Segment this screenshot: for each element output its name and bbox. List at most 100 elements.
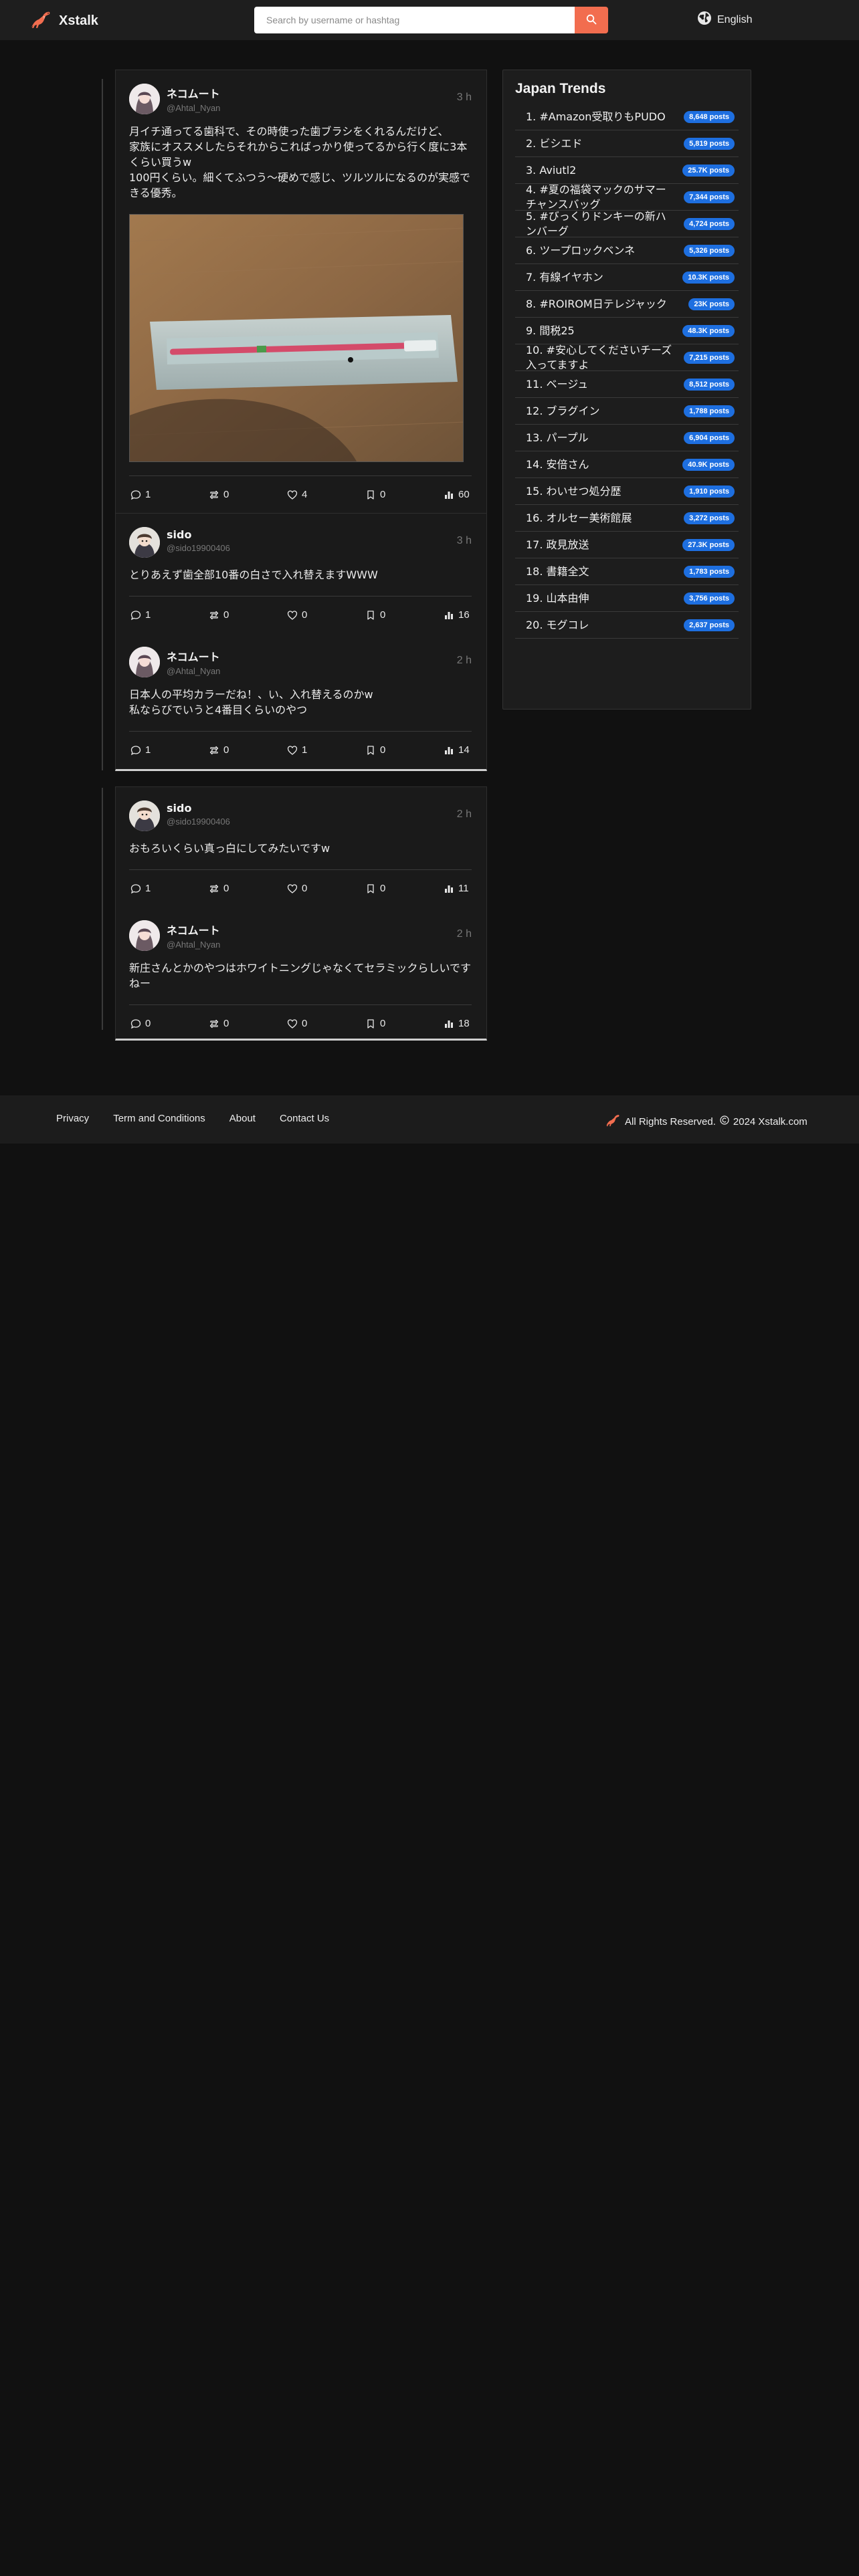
post-time: 2 h: [456, 655, 472, 666]
author-name[interactable]: sido: [167, 528, 450, 541]
search-icon: [586, 14, 597, 27]
top-navbar: Xstalk English: [0, 0, 859, 40]
avatar[interactable]: [129, 527, 160, 558]
like-button[interactable]: 0: [287, 1018, 314, 1029]
trend-item[interactable]: 1. #Amazon受取りもPUDO 8,648 posts: [515, 104, 739, 130]
brand[interactable]: Xstalk: [29, 9, 98, 32]
views-stat[interactable]: 60: [444, 489, 470, 500]
comment-button[interactable]: 1: [130, 744, 157, 756]
trend-item[interactable]: 10. #安心してくださいチーズ入ってますよ 7,215 posts: [515, 344, 739, 371]
like-button[interactable]: 1: [287, 744, 314, 756]
bar-chart-icon: [445, 491, 453, 499]
bookmark-button[interactable]: 0: [365, 609, 392, 621]
language-selector[interactable]: English: [697, 11, 752, 29]
search-button[interactable]: [575, 7, 608, 33]
post-header: sido @sido19900406 3 h: [129, 527, 472, 558]
post-count-badge: 48.3K posts: [682, 324, 735, 337]
repost-icon: [209, 746, 219, 754]
avatar[interactable]: [129, 647, 160, 677]
trend-item[interactable]: 7. 有線イヤホン 10.3K posts: [515, 264, 739, 291]
search-input[interactable]: [254, 7, 575, 33]
like-button[interactable]: 0: [287, 883, 314, 894]
avatar[interactable]: [129, 920, 160, 951]
repost-button[interactable]: 0: [209, 1018, 235, 1029]
view-count: 18: [458, 1018, 470, 1029]
trend-label: 14. 安倍さん: [526, 457, 589, 471]
views-stat[interactable]: 18: [444, 1018, 470, 1029]
trend-item[interactable]: 6. ツープロックベンネ 5,326 posts: [515, 237, 739, 264]
repost-button[interactable]: 0: [209, 489, 235, 500]
bookmark-button[interactable]: 0: [365, 489, 392, 500]
like-button[interactable]: 0: [287, 609, 314, 621]
author-handle[interactable]: @Ahtal_Nyan: [167, 940, 450, 950]
repost-count: 0: [223, 489, 229, 500]
post[interactable]: sido @sido19900406 2 h おもろいくらい真っ白にしてみたいで…: [116, 787, 486, 907]
bar-chart-icon: [445, 885, 453, 893]
comment-button[interactable]: 1: [130, 489, 157, 500]
footer-link-contact[interactable]: Contact Us: [280, 1113, 329, 1124]
comment-button[interactable]: 1: [130, 883, 157, 894]
author-name[interactable]: ネコムート: [167, 648, 450, 664]
trend-label: 15. わいせつ処分歴: [526, 484, 622, 498]
post-time: 2 h: [456, 809, 472, 820]
trend-item[interactable]: 14. 安倍さん 40.9K posts: [515, 451, 739, 478]
repost-button[interactable]: 0: [209, 883, 235, 894]
comment-count: 1: [145, 883, 151, 894]
comment-button[interactable]: 0: [130, 1018, 157, 1029]
bookmark-button[interactable]: 0: [365, 883, 392, 894]
repost-button[interactable]: 0: [209, 609, 235, 621]
bookmark-icon: [367, 883, 374, 893]
repost-count: 0: [223, 1018, 229, 1029]
footer-link-about[interactable]: About: [229, 1113, 256, 1124]
post-image[interactable]: [129, 214, 464, 462]
author-handle[interactable]: @sido19900406: [167, 543, 450, 553]
copyright: All Rights Reserved. 2024 Xstalk.com: [605, 1113, 807, 1130]
trend-item[interactable]: 12. ブラグイン 1,788 posts: [515, 398, 739, 425]
author-name[interactable]: ネコムート: [167, 922, 450, 938]
trend-item[interactable]: 9. 間税25 48.3K posts: [515, 318, 739, 344]
post[interactable]: ネコムート @Ahtal_Nyan 2 h 新庄さんとかのやつはホワイトニングじ…: [116, 907, 486, 1042]
views-stat[interactable]: 11: [444, 883, 470, 894]
dinosaur-logo-icon: [605, 1113, 621, 1130]
like-button[interactable]: 4: [287, 489, 314, 500]
trend-item[interactable]: 3. Aviutl2 25.7K posts: [515, 157, 739, 184]
footer-link-privacy[interactable]: Privacy: [56, 1113, 89, 1124]
trend-item[interactable]: 11. ベージュ 8,512 posts: [515, 371, 739, 398]
trend-item[interactable]: 16. オルセー美術館展 3,272 posts: [515, 505, 739, 532]
trend-item[interactable]: 20. モグコレ 2,637 posts: [515, 612, 739, 639]
comment-count: 1: [145, 609, 151, 621]
comment-button[interactable]: 1: [130, 609, 157, 621]
footer-link-terms[interactable]: Term and Conditions: [113, 1113, 205, 1124]
author-name[interactable]: ネコムート: [167, 85, 450, 101]
views-stat[interactable]: 14: [444, 744, 470, 756]
trend-item[interactable]: 18. 書籍全文 1,783 posts: [515, 558, 739, 585]
trend-item[interactable]: 13. パープル 6,904 posts: [515, 425, 739, 451]
trend-item[interactable]: 17. 政見放送 27.3K posts: [515, 532, 739, 558]
trend-item[interactable]: 15. わいせつ処分歴 1,910 posts: [515, 478, 739, 505]
bookmark-button[interactable]: 0: [365, 1018, 392, 1029]
post-count-badge: 3,272 posts: [684, 512, 735, 524]
trend-item[interactable]: 8. #ROIROM日テレジャック 23K posts: [515, 291, 739, 318]
author-handle[interactable]: @Ahtal_Nyan: [167, 103, 450, 113]
post-count-badge: 5,819 posts: [684, 137, 735, 150]
trend-item[interactable]: 19. 山本由伸 3,756 posts: [515, 585, 739, 612]
post-actions: 1 0 0 0 11: [129, 869, 472, 907]
post[interactable]: ネコムート @Ahtal_Nyan 3 h 月イチ通ってる歯科で、その時使った歯…: [116, 70, 486, 513]
avatar[interactable]: [129, 84, 160, 114]
post-text: おもろいくらい真っ白にしてみたいですw: [129, 842, 330, 855]
post-header: ネコムート @Ahtal_Nyan 2 h: [129, 647, 472, 677]
post[interactable]: sido @sido19900406 3 h とりあえず歯全部10番の白さで入れ…: [116, 513, 486, 633]
bar-chart-icon: [445, 746, 453, 754]
post-actions: 1 0 4 0 60: [129, 475, 472, 513]
trend-item[interactable]: 2. ビシエド 5,819 posts: [515, 130, 739, 157]
bookmark-button[interactable]: 0: [365, 744, 392, 756]
repost-button[interactable]: 0: [209, 744, 235, 756]
author-handle[interactable]: @Ahtal_Nyan: [167, 666, 450, 676]
author-handle[interactable]: @sido19900406: [167, 817, 450, 827]
views-stat[interactable]: 16: [444, 609, 470, 621]
trend-item[interactable]: 4. #夏の福袋マックのサマーチャンスバッグ 7,344 posts: [515, 183, 739, 211]
post[interactable]: ネコムート @Ahtal_Nyan 2 h 日本人の平均カラーだね！、い、入れ替…: [116, 633, 486, 768]
author-name[interactable]: sido: [167, 802, 450, 815]
avatar[interactable]: [129, 800, 160, 831]
trend-item[interactable]: 5. #びっくりドンキーの新ハンバーグ 4,724 posts: [515, 210, 739, 237]
